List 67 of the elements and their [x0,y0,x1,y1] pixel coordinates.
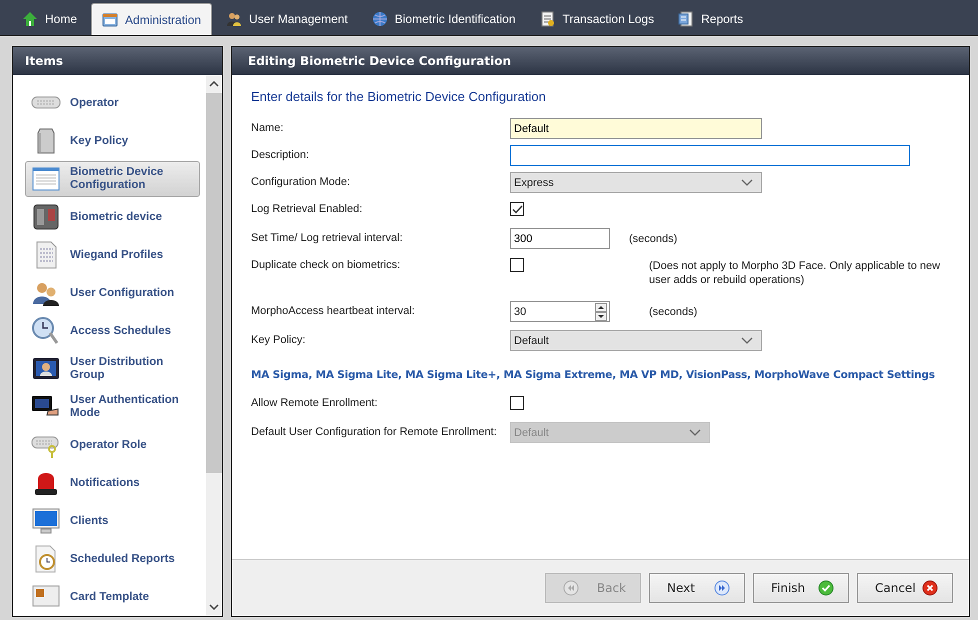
sidebar-item[interactable]: Clients [25,503,200,539]
dropdown[interactable]: Express [510,172,762,193]
field-label: Log Retrieval Enabled: [251,202,364,215]
nav-tab[interactable]: Home [12,3,88,35]
nav-tab[interactable]: Reports [668,3,754,35]
check-circle-icon [818,580,834,596]
sidebar-item[interactable]: Key Policy [25,123,200,159]
field-note: (seconds) [648,305,698,319]
field-note: (Does not apply to Morpho 3D Face. Only applicable to new user adds or rebuild operations) [648,259,942,287]
wizard-button[interactable]: Finish [753,573,849,603]
rewind-icon [563,580,579,596]
field-note: (seconds) [628,232,678,246]
field-label: Key Policy: [251,333,306,346]
nav-tab[interactable]: Transaction Logs [530,3,664,35]
window-icon [102,12,118,28]
panel-title: Editing Biometric Device Configuration [232,47,969,75]
scroll-down-icon[interactable] [209,604,219,610]
scrollbar[interactable] [206,75,222,616]
sidebar-item[interactable]: Notifications [25,465,200,501]
field-label: Default User Configuration for Remote Enrollment: [251,425,498,438]
checkbox[interactable] [510,258,524,272]
close-icon [922,580,938,596]
text-field[interactable]: Default [510,118,762,139]
sidebar-item[interactable]: User Configuration [25,275,200,311]
log-document-icon [540,11,556,27]
sidebar-item[interactable]: User Distribution Group [25,351,200,387]
sidebar-item[interactable]: Scheduled Reports [25,541,200,577]
sidebar-item[interactable]: Access Schedules [25,313,200,349]
field-label: MorphoAccess heartbeat interval: [251,304,416,317]
wizard-button[interactable]: Cancel [857,573,953,603]
sidebar-item[interactable]: Biometric Device Configuration [25,161,200,197]
nav-tab[interactable]: Administration [91,3,212,35]
form-heading: Enter details for the Biometric Device Configuration [251,89,547,104]
field-label: Name: [251,121,284,134]
field-label: Allow Remote Enrollment: [251,396,379,409]
nav-tab[interactable]: User Management [216,3,358,35]
wizard-button[interactable]: Next [649,573,745,603]
sidebar-item[interactable]: Biometric device [25,199,200,235]
people-icon [226,11,242,27]
scroll-up-icon[interactable] [209,81,219,87]
field-label: Configuration Mode: [251,175,352,188]
sidebar-item[interactable]: Wiegand Profiles [25,237,200,273]
field-label: Set Time/ Log retrieval interval: [251,231,404,244]
dropdown[interactable]: Default [510,330,762,351]
text-field[interactable]: 300 [510,228,610,249]
field-label: Duplicate check on biometrics: [251,258,402,271]
panel-title: Items [13,47,222,75]
sidebar-item[interactable]: Operator [25,85,200,121]
chevron-down-icon [741,336,753,344]
sidebar-item[interactable]: Operator Role [25,427,200,463]
field-label: Description: [251,148,310,161]
globe-icon [372,11,388,27]
number-spinner[interactable]: 30 [510,301,610,322]
section-heading: MA Sigma, MA Sigma Lite, MA Sigma Lite+, MA Sigma Extreme, MA VP MD, VisionPass, MorphoWave Compact Settings [251,369,936,381]
spin-arrows-icon[interactable] [595,302,607,320]
house-icon [22,11,38,27]
fast-forward-icon [714,580,730,596]
nav-tab[interactable]: Biometric Identification [362,3,526,35]
checkbox[interactable] [510,202,524,216]
chevron-down-icon [689,428,701,436]
chevron-down-icon [741,178,753,186]
text-field[interactable] [510,145,910,166]
sidebar-item[interactable]: User Authentication Mode [25,389,200,425]
checkbox[interactable] [510,396,524,410]
sidebar-item[interactable]: Card Template [25,579,200,615]
scrollbar-thumb[interactable] [206,93,222,473]
report-document-icon [678,11,694,27]
